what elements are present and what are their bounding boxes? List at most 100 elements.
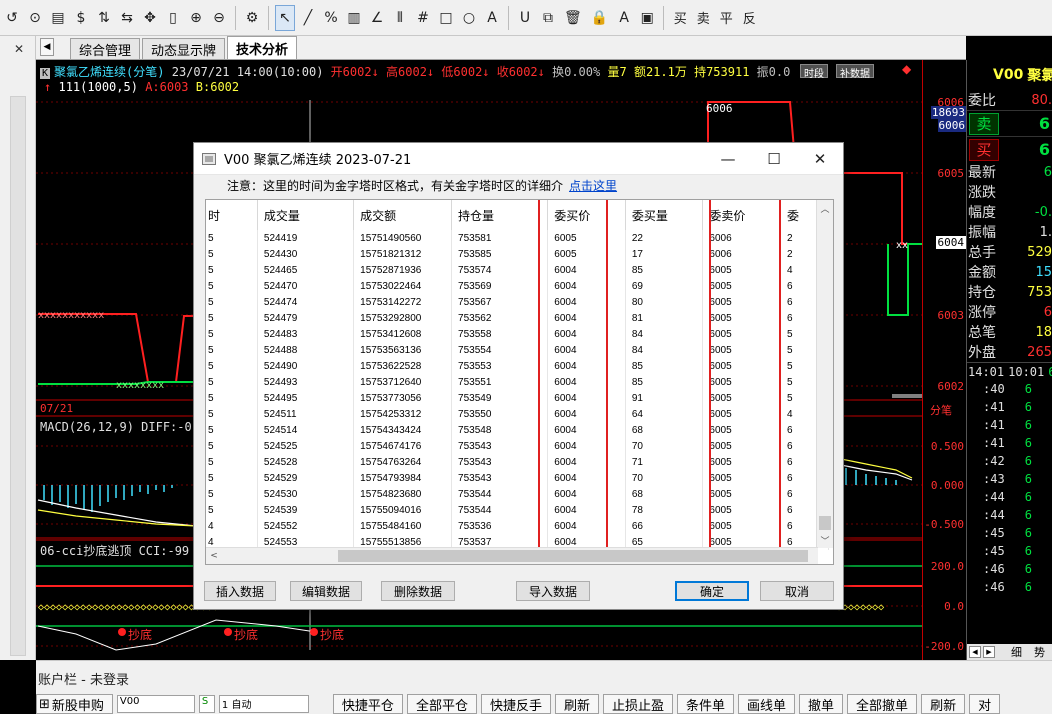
dialog-titlebar[interactable]: V00 聚氯乙烯连续 2023-07-21 — ☐ ✕ <box>194 143 843 175</box>
data-grid[interactable]: 时成交量 成交额 持仓量 委买价 委买量 委卖价委 5 524419 15751490560 7… <box>205 199 834 565</box>
horizontal-scroll-thumb[interactable] <box>338 550 808 562</box>
column-header[interactable]: 委买量 <box>625 200 704 230</box>
diamond-icon[interactable]: ◆ <box>902 62 911 76</box>
settings-icon[interactable]: ⚙ <box>242 5 262 31</box>
ok-button[interactable]: 确定 <box>675 581 749 601</box>
table-row[interactable]: 5 524470 15753022464 753569 6004 69 6005 6 <box>206 278 830 294</box>
scroll-left-icon[interactable]: < <box>206 548 222 564</box>
table-row[interactable]: 5 524488 15753563136 753554 6004 84 6005 5 <box>206 342 830 358</box>
table-row[interactable]: 5 524529 15754793984 753543 6004 70 6005 6 <box>206 470 830 486</box>
delete-data-button[interactable]: 删除数据 <box>381 581 455 601</box>
close-icon[interactable]: ✕ <box>797 144 843 174</box>
auto-select[interactable]: 1 自动 <box>218 695 309 713</box>
maximize-icon[interactable]: ☐ <box>751 144 797 174</box>
column-header[interactable]: 委买价 <box>547 200 626 230</box>
angle-icon[interactable]: ∠ <box>367 5 387 31</box>
nav-right-icon[interactable]: ▶ <box>983 646 995 658</box>
s-button[interactable]: S <box>198 695 215 713</box>
tab-overview[interactable]: 综合管理 <box>70 38 141 59</box>
quote-buy-row[interactable]: 买6 <box>967 136 1052 162</box>
left-scrollbar[interactable] <box>10 96 26 656</box>
notice-link[interactable]: 点击这里 <box>569 179 617 193</box>
tab-technical-analysis[interactable]: 技术分析 <box>227 36 298 59</box>
page-icon[interactable]: ▤ <box>48 5 68 31</box>
table-row[interactable]: 5 524525 15754674176 753543 6004 70 6005 6 <box>206 438 830 454</box>
table-row[interactable]: 5 524430 15751821312 753585 6005 17 6006 2 <box>206 246 830 262</box>
account-action-button[interactable]: 对 <box>969 694 1001 714</box>
time-period-button[interactable]: 时段 <box>800 64 828 80</box>
table-row[interactable]: 4 524552 15755484160 753536 6004 66 6005 6 <box>206 518 830 534</box>
target-icon[interactable]: ⊙ <box>25 5 45 31</box>
bar-icon[interactable]: ▯ <box>163 5 183 31</box>
account-action-button[interactable]: 画线单 <box>738 694 796 714</box>
grid-vertical-scrollbar[interactable]: ︿ ﹀ <box>816 200 833 548</box>
circle-icon[interactable]: ○ <box>459 5 479 31</box>
column-header[interactable]: 时 <box>206 200 258 230</box>
magnet-icon[interactable]: U <box>515 5 535 31</box>
trash-icon[interactable]: 🗑 <box>561 5 585 31</box>
sort-icon[interactable]: ⇅ <box>94 5 114 31</box>
column-header[interactable]: 持仓量 <box>451 200 549 230</box>
tab-dynamic-board[interactable]: 动态显示牌 <box>142 38 226 59</box>
pointer-icon[interactable]: ↖ <box>275 4 295 31</box>
nav-left-icon[interactable]: ◀ <box>969 646 981 658</box>
table-row[interactable]: 5 524419 15751490560 753581 6005 22 6006 2 <box>206 230 830 246</box>
account-action-button[interactable]: 刷新 <box>554 694 599 714</box>
quote-sell-row[interactable]: 卖6 <box>967 110 1052 136</box>
account-action-button[interactable]: 刷新 <box>921 694 966 714</box>
minimize-icon[interactable]: — <box>705 144 751 174</box>
tab-prev-icon[interactable]: ◀ <box>40 38 54 56</box>
import-data-button[interactable]: 导入数据 <box>516 581 590 601</box>
table-row[interactable]: 5 524528 15754763264 753543 6004 71 6005 6 <box>206 454 830 470</box>
k-line-icon[interactable]: K <box>40 68 51 79</box>
sell-button[interactable]: 卖 <box>693 5 713 31</box>
refresh-icon[interactable]: ↺ <box>2 5 22 31</box>
vertical-scroll-thumb[interactable] <box>819 516 831 530</box>
table-row[interactable]: 5 524479 15753292800 753562 6004 81 6005 6 <box>206 310 830 326</box>
tick-list[interactable]: :40 6:41 6:41 6:41 6:42 6:43 6:44 6:44 6:45 6:45 6… <box>967 380 1052 596</box>
scroll-up-icon[interactable]: ︿ <box>817 200 833 216</box>
insert-data-button[interactable]: 插入数据 <box>204 581 276 601</box>
fill-data-button[interactable]: 补数据 <box>836 64 874 80</box>
dollar-icon[interactable]: $ <box>71 5 91 31</box>
percent-icon[interactable]: % <box>321 5 341 31</box>
account-action-button[interactable]: 快捷反手 <box>480 694 551 714</box>
account-action-button[interactable]: 撤单 <box>799 694 844 714</box>
grid-icon[interactable]: ▥ <box>344 5 364 31</box>
swap-icon[interactable]: ⇆ <box>117 5 137 31</box>
close-icon[interactable]: ✕ <box>14 42 24 56</box>
table-row[interactable]: 5 524495 15753773056 753549 6004 91 6005 5 <box>206 390 830 406</box>
account-action-button[interactable]: 全部撤单 <box>847 694 918 714</box>
table-row[interactable]: 5 524490 15753622528 753553 6004 85 6005 5 <box>206 358 830 374</box>
zoom-in-icon[interactable]: ⊕ <box>186 5 206 31</box>
text-icon[interactable]: A <box>482 5 502 31</box>
table-row[interactable]: 5 524530 15754823680 753544 6004 68 6005 6 <box>206 486 830 502</box>
table-row[interactable]: 5 524514 15754343424 753548 6004 68 6005 6 <box>206 422 830 438</box>
table-row[interactable]: 5 524539 15755094016 753544 6004 78 6005 6 <box>206 502 830 518</box>
account-action-button[interactable]: 快捷平仓 <box>332 694 403 714</box>
column-header[interactable]: 成交额 <box>353 200 453 230</box>
edit-data-button[interactable]: 编辑数据 <box>290 581 362 601</box>
scroll-down-icon[interactable]: ﹀ <box>817 532 833 548</box>
move-icon[interactable]: ✥ <box>140 5 160 31</box>
table-row[interactable]: 5 524493 15753712640 753551 6004 85 6005 5 <box>206 374 830 390</box>
table-row[interactable]: 5 524511 15754253312 753550 6004 64 6005 4 <box>206 406 830 422</box>
color-icon[interactable]: A <box>614 5 634 31</box>
reverse-button[interactable]: 反 <box>739 5 759 31</box>
table-row[interactable]: 5 524465 15752871936 753574 6004 85 6005 4 <box>206 262 830 278</box>
copy-icon[interactable]: ⧉ <box>538 5 558 31</box>
account-action-button[interactable]: 止损止盈 <box>602 694 673 714</box>
vertical-icon[interactable]: ⫴ <box>390 5 410 31</box>
account-action-button[interactable]: 全部平仓 <box>406 694 477 714</box>
line-icon[interactable]: ╱ <box>298 5 318 31</box>
detail-tab[interactable]: 细 <box>1011 644 1022 660</box>
column-header[interactable]: 委卖价 <box>702 200 781 230</box>
rect-icon[interactable]: □ <box>436 5 456 31</box>
cancel-button[interactable]: 取消 <box>760 581 834 601</box>
zoom-out-icon[interactable]: ⊖ <box>209 5 229 31</box>
grid-horizontal-scrollbar[interactable]: < <box>206 547 818 564</box>
buy-button[interactable]: 买 <box>670 5 690 31</box>
save-icon[interactable]: ▣ <box>637 5 657 31</box>
table-row[interactable]: 5 524483 15753412608 753558 6004 84 6005 5 <box>206 326 830 342</box>
account-action-button[interactable]: 条件单 <box>677 694 735 714</box>
